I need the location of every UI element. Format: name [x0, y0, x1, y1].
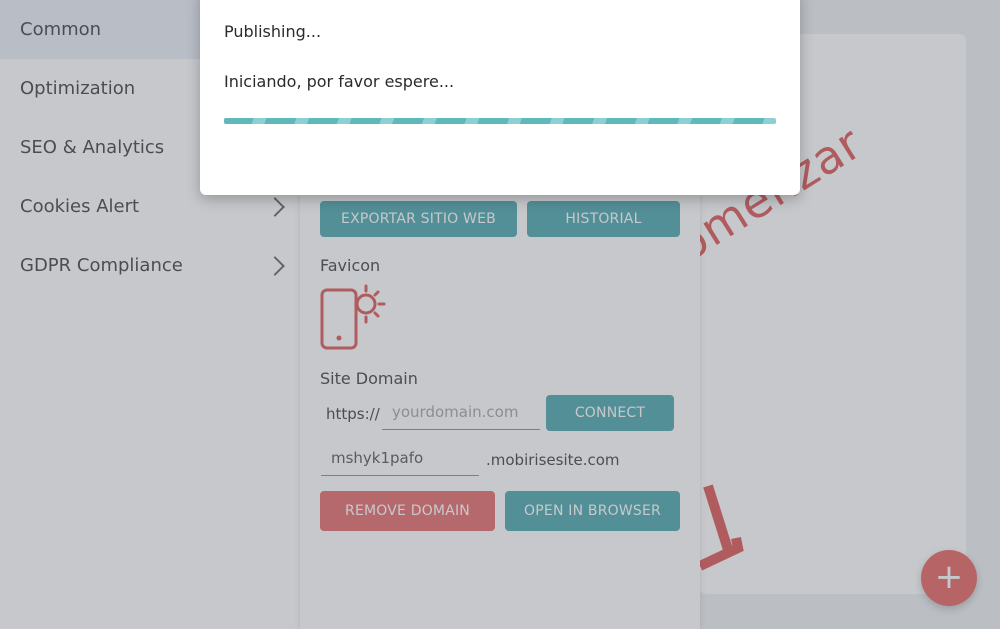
publish-message-text: Iniciando, por favor espere... — [224, 72, 455, 91]
publish-status-text: Publishing... — [224, 22, 322, 41]
publish-progress-dialog: Publishing... Iniciando, por favor esper… — [200, 0, 800, 195]
publish-progress-bar — [224, 118, 776, 124]
